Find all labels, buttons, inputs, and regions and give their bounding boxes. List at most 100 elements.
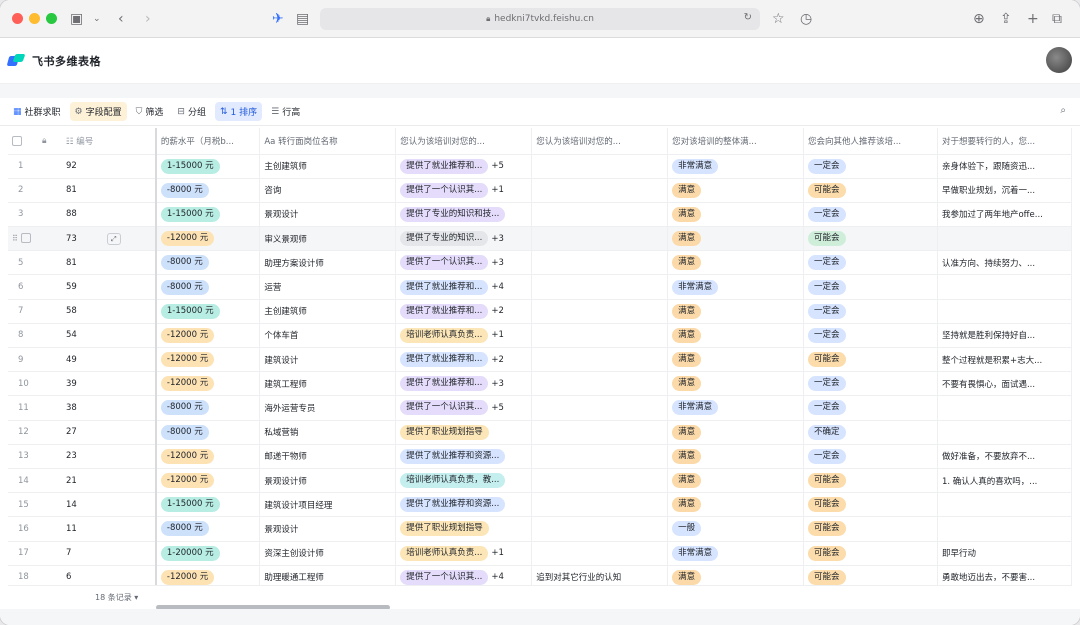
table-row[interactable]: 14 21 -12000 元 景观设计师 培训老师认真负责，教... 满意 可能会 1. 确认… bbox=[8, 468, 1072, 494]
row-index-cell[interactable]: 18 bbox=[8, 565, 38, 585]
cell-position[interactable]: 主创建筑师 bbox=[259, 299, 397, 324]
cell-satisfaction[interactable]: 一般 bbox=[667, 516, 805, 542]
sort-button[interactable]: ⇅ 1 排序 bbox=[214, 102, 263, 121]
cell-salary[interactable]: -8000 元 bbox=[154, 516, 261, 542]
cell-note[interactable]: 勇敢地迈出去，不要害... bbox=[937, 565, 1072, 585]
table-row[interactable]: 9 49 -12000 元 建筑设计 提供了就业推荐和... +2 满意 可能会 整个过程就是积… bbox=[8, 347, 1072, 373]
cell-num[interactable]: 59 bbox=[61, 274, 156, 300]
column-header-salary[interactable]: 的薪水平（月税b... bbox=[154, 128, 261, 155]
cell-salary[interactable]: -8000 元 bbox=[154, 395, 261, 421]
cell-satisfaction[interactable]: 满意 bbox=[667, 323, 805, 349]
cell-feedback[interactable]: 提供了就业推荐和... +3 bbox=[395, 371, 533, 397]
new-tab-icon[interactable]: + bbox=[1027, 9, 1039, 29]
cell-feedback[interactable]: 提供了职业规划指导 bbox=[395, 420, 533, 445]
cell-feedback[interactable]: 提供了就业推荐和... +4 bbox=[395, 274, 533, 300]
cell-note[interactable] bbox=[937, 516, 1072, 542]
download-icon[interactable]: ⊕ bbox=[973, 9, 985, 29]
row-index-cell[interactable]: 16 bbox=[8, 516, 38, 542]
column-header-num[interactable]: ☷ 编号 bbox=[61, 128, 156, 155]
table-row[interactable]: 12 27 -8000 元 私域营销 提供了职业规划指导 满意 不确定 bbox=[8, 420, 1072, 445]
history-icon[interactable]: ◷ bbox=[800, 9, 812, 29]
cell-salary[interactable]: -12000 元 bbox=[154, 444, 261, 469]
share-icon[interactable]: ⇪ bbox=[1000, 9, 1012, 29]
cell-satisfaction[interactable]: 满意 bbox=[667, 492, 805, 518]
cell-position[interactable]: 私域营销 bbox=[259, 420, 397, 445]
close-window-button[interactable] bbox=[12, 13, 23, 24]
table-row[interactable]: 2 81 -8000 元 咨询 提供了一个认识其... +1 满意 可能会 早做职业规划，沉着一… bbox=[8, 178, 1072, 203]
cell-feedback[interactable]: 提供了一个认识其... +3 bbox=[395, 250, 533, 276]
cell-feedback[interactable]: 提供了就业推荐和资源... bbox=[395, 492, 533, 518]
cell-position[interactable]: 助理暖通工程师 bbox=[259, 565, 397, 585]
table-row[interactable]: 16 11 -8000 元 景观设计 提供了职业规划指导 一般 可能会 bbox=[8, 516, 1072, 542]
cell-num[interactable]: 73 ⤢ bbox=[61, 226, 156, 252]
more-tags-count[interactable]: +2 bbox=[491, 355, 504, 365]
cell-expect[interactable] bbox=[531, 395, 669, 421]
expand-record-icon[interactable]: ⤢ bbox=[106, 232, 121, 245]
row-index-cell[interactable]: 5 bbox=[8, 250, 38, 276]
cell-feedback[interactable]: 培训老师认真负责，教... bbox=[395, 468, 533, 494]
cell-expect[interactable]: 追到对其它行业的认知 bbox=[531, 565, 669, 585]
cell-behavior[interactable]: 可能会 bbox=[803, 541, 938, 566]
cell-expect[interactable] bbox=[531, 420, 669, 445]
view-tab-grid[interactable]: ▦ 社群求职 bbox=[8, 102, 66, 121]
cell-position[interactable]: 审义景观师 bbox=[259, 226, 397, 252]
cell-salary[interactable]: 1-20000 元 bbox=[154, 541, 261, 566]
forward-icon[interactable]: › bbox=[145, 9, 151, 29]
cell-num[interactable]: 92 bbox=[61, 154, 156, 179]
cell-salary[interactable]: 1-15000 元 bbox=[154, 492, 261, 518]
avatar[interactable] bbox=[1046, 47, 1072, 73]
cell-note[interactable]: 1. 确认人真的喜欢吗，... bbox=[937, 468, 1072, 494]
row-index-cell[interactable]: 13 bbox=[8, 444, 38, 469]
row-index-cell[interactable]: 1 bbox=[8, 154, 38, 179]
cell-satisfaction[interactable]: 满意 bbox=[667, 347, 805, 373]
row-index-cell[interactable]: 15 bbox=[8, 492, 38, 518]
row-index-cell[interactable]: 11 bbox=[8, 395, 38, 421]
address-bar[interactable]: 🔒︎ hedkni7tvkd.feishu.cn ↻ bbox=[320, 8, 760, 30]
group-button[interactable]: ⊟ 分组 bbox=[172, 102, 211, 121]
cell-num[interactable]: 6 bbox=[61, 565, 156, 585]
cell-num[interactable]: 21 bbox=[61, 468, 156, 494]
cell-salary[interactable]: -12000 元 bbox=[154, 565, 261, 585]
more-tags-count[interactable]: +1 bbox=[491, 330, 504, 340]
cell-salary[interactable]: -12000 元 bbox=[154, 468, 261, 494]
column-header-behavior[interactable]: 您会向其他人推荐该培... bbox=[803, 128, 938, 155]
cell-expect[interactable] bbox=[531, 178, 669, 203]
cell-satisfaction[interactable]: 非常满意 bbox=[667, 154, 805, 179]
cell-note[interactable] bbox=[937, 492, 1072, 518]
cell-feedback[interactable]: 提供了就业推荐和... +5 bbox=[395, 154, 533, 179]
row-index-cell[interactable]: 12 bbox=[8, 420, 38, 445]
select-all-checkbox[interactable] bbox=[8, 128, 38, 155]
cell-num[interactable]: 49 bbox=[61, 347, 156, 373]
cell-behavior[interactable]: 可能会 bbox=[803, 468, 938, 494]
cell-expect[interactable] bbox=[531, 347, 669, 373]
table-row[interactable]: 10 39 -12000 元 建筑工程师 提供了就业推荐和... +3 满意 一定会 不要有畏惧… bbox=[8, 371, 1072, 397]
table-row[interactable]: 13 23 -12000 元 邮递干物师 提供了就业推荐和资源... 满意 一定会 做好准备，… bbox=[8, 444, 1072, 469]
tabs-icon[interactable]: ⧉ bbox=[1052, 9, 1062, 29]
sidebar-icon[interactable]: ▣ bbox=[70, 9, 83, 29]
cell-expect[interactable] bbox=[531, 154, 669, 179]
cell-behavior[interactable]: 一定会 bbox=[803, 444, 938, 469]
chevron-down-icon[interactable]: ⌄ bbox=[93, 9, 101, 29]
more-tags-count[interactable]: +1 bbox=[491, 185, 504, 195]
more-tags-count[interactable]: +3 bbox=[491, 234, 504, 244]
cell-feedback[interactable]: 提供了一个认识其... +1 bbox=[395, 178, 533, 203]
cell-salary[interactable]: 1-15000 元 bbox=[154, 202, 261, 228]
cell-expect[interactable] bbox=[531, 202, 669, 228]
cell-behavior[interactable]: 可能会 bbox=[803, 178, 938, 203]
drag-handle-icon[interactable]: ⠿ bbox=[12, 234, 18, 243]
cell-position[interactable]: 咨询 bbox=[259, 178, 397, 203]
cell-satisfaction[interactable]: 满意 bbox=[667, 565, 805, 585]
cell-salary[interactable]: 1-15000 元 bbox=[154, 154, 261, 179]
search-icon[interactable]: ⌕ bbox=[1060, 105, 1066, 116]
cell-note[interactable]: 认准方向、持续努力、... bbox=[937, 250, 1072, 276]
more-tags-count[interactable]: +1 bbox=[491, 548, 504, 558]
table-row[interactable]: 7 58 1-15000 元 主创建筑师 提供了就业推荐和... +2 满意 一定会 bbox=[8, 299, 1072, 324]
table-row[interactable]: 11 38 -8000 元 海外运营专员 提供了一个认识其... +5 非常满意 一定会 bbox=[8, 395, 1072, 421]
cell-num[interactable]: 7 bbox=[61, 541, 156, 566]
translate-icon[interactable]: ▤ bbox=[296, 9, 309, 29]
cell-num[interactable]: 23 bbox=[61, 444, 156, 469]
column-header-position[interactable]: Aa 转行面岗位名称 bbox=[259, 128, 397, 155]
table-row[interactable]: 8 54 -12000 元 个体车首 培训老师认真负责... +1 满意 一定会 坚持就是胜利保… bbox=[8, 323, 1072, 349]
cell-salary[interactable]: -8000 元 bbox=[154, 420, 261, 445]
cell-expect[interactable] bbox=[531, 299, 669, 324]
